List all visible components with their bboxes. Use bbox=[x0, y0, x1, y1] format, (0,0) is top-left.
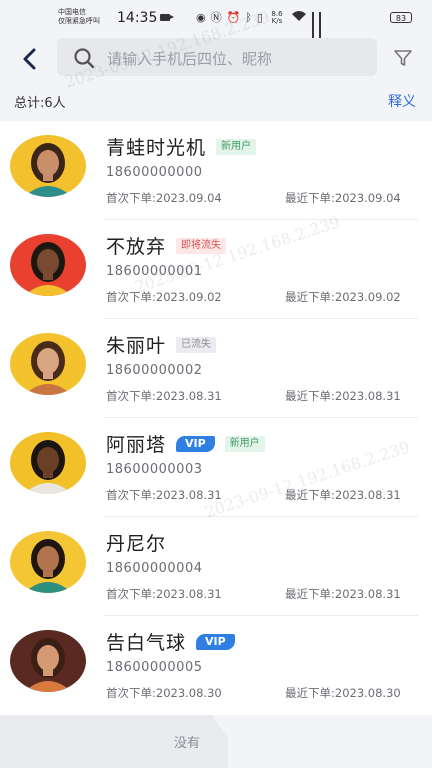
customer-row[interactable]: 不放弃 即将流失 18600000001 首次下单:2023.09.02 最近下… bbox=[0, 220, 432, 319]
nfc-icon: Ⓝ bbox=[210, 11, 222, 24]
customer-name: 告白气球 bbox=[106, 632, 187, 654]
recent-order-date: 最近下单:2023.09.02 bbox=[285, 290, 401, 304]
first-order-date: 首次下单:2023.09.04 bbox=[106, 191, 222, 205]
net-speed: 8.6 K/s bbox=[271, 10, 283, 25]
vibrate-icon: ▯ bbox=[256, 11, 263, 24]
name-line: 告白气球 VIP bbox=[106, 628, 235, 655]
customer-tag-new: 新用户 bbox=[224, 435, 265, 452]
total-count: 总计:6人 bbox=[14, 96, 66, 111]
customer-row[interactable]: 青蛙时光机 新用户 18600000000 首次下单:2023.09.04 最近… bbox=[0, 121, 432, 220]
first-order-date: 首次下单:2023.08.31 bbox=[106, 389, 222, 403]
name-line: 丹尼尔 bbox=[106, 529, 166, 556]
name-line: 青蛙时光机 新用户 bbox=[106, 133, 257, 160]
alarm-icon: ⏰ bbox=[226, 11, 241, 24]
eye-icon: ◉ bbox=[196, 11, 206, 24]
customer-name: 丹尼尔 bbox=[106, 533, 167, 555]
avatar bbox=[10, 135, 86, 197]
chevron-left-icon bbox=[23, 48, 36, 70]
footer-bar: 没有 bbox=[0, 715, 432, 768]
first-order-date: 首次下单:2023.09.02 bbox=[106, 290, 222, 304]
header: 请输入手机后四位、昵称 bbox=[0, 36, 432, 86]
battery-icon: 83 bbox=[390, 12, 412, 23]
customer-phone: 18600000005 bbox=[106, 660, 203, 675]
summary-bar: 总计:6人 释义 bbox=[0, 88, 432, 118]
signal-icon-2 bbox=[318, 12, 321, 47]
carrier-info: 中国电信 仅限紧急呼叫 bbox=[58, 8, 100, 26]
signal-icon bbox=[311, 12, 314, 47]
avatar bbox=[10, 630, 86, 692]
first-order-date: 首次下单:2023.08.31 bbox=[106, 587, 222, 601]
video-camera-icon bbox=[160, 14, 174, 21]
customer-row[interactable]: 告白气球 VIP 18600000005 首次下单:2023.08.30 最近下… bbox=[0, 616, 432, 715]
customer-tag-soon: 即将流失 bbox=[176, 237, 227, 254]
customer-name: 朱丽叶 bbox=[106, 335, 167, 357]
back-button[interactable] bbox=[18, 45, 42, 73]
search-placeholder: 请输入手机后四位、昵称 bbox=[107, 50, 273, 68]
name-line: 阿丽塔 VIP 新用户 bbox=[106, 430, 265, 457]
customer-row[interactable]: 丹尼尔 18600000004 首次下单:2023.08.31 最近下单:202… bbox=[0, 517, 432, 616]
customer-phone: 18600000003 bbox=[106, 462, 203, 477]
customer-list: 青蛙时光机 新用户 18600000000 首次下单:2023.09.04 最近… bbox=[0, 121, 432, 715]
explain-link[interactable]: 释义 bbox=[388, 91, 416, 111]
recent-order-date: 最近下单:2023.08.31 bbox=[285, 587, 401, 601]
filter-button[interactable] bbox=[393, 48, 413, 72]
filter-icon bbox=[394, 50, 412, 66]
customer-tag-vip: VIP bbox=[176, 435, 215, 452]
system-icons: ◉ Ⓝ ⏰ ᛒ ▯ 8.6 K/s bbox=[196, 10, 321, 47]
customer-row[interactable]: 朱丽叶 已流失 18600000002 首次下单:2023.08.31 最近下单… bbox=[0, 319, 432, 418]
carrier-name: 中国电信 bbox=[58, 8, 86, 16]
search-icon bbox=[74, 48, 95, 69]
bluetooth-icon: ᛒ bbox=[245, 11, 252, 24]
customer-phone: 18600000000 bbox=[106, 165, 203, 180]
customer-phone: 18600000002 bbox=[106, 363, 203, 378]
recent-order-date: 最近下单:2023.08.31 bbox=[285, 389, 401, 403]
customer-row[interactable]: 阿丽塔 VIP 新用户 18600000003 首次下单:2023.08.31 最… bbox=[0, 418, 432, 517]
recent-order-date: 最近下单:2023.09.04 bbox=[285, 191, 401, 205]
customer-name: 阿丽塔 bbox=[106, 434, 167, 456]
customer-name: 青蛙时光机 bbox=[106, 137, 207, 159]
first-order-date: 首次下单:2023.08.30 bbox=[106, 686, 222, 700]
wifi-icon bbox=[291, 10, 307, 26]
customer-phone: 18600000004 bbox=[106, 561, 203, 576]
avatar bbox=[10, 333, 86, 395]
recent-order-date: 最近下单:2023.08.30 bbox=[285, 686, 401, 700]
customer-tag-lost: 已流失 bbox=[176, 336, 217, 353]
recent-order-date: 最近下单:2023.08.31 bbox=[285, 488, 401, 502]
customer-name: 不放弃 bbox=[106, 236, 167, 258]
search-input[interactable]: 请输入手机后四位、昵称 bbox=[57, 38, 377, 76]
customer-phone: 18600000001 bbox=[106, 264, 203, 279]
footer-label[interactable]: 没有 bbox=[174, 732, 200, 751]
avatar bbox=[10, 432, 86, 494]
name-line: 朱丽叶 已流失 bbox=[106, 331, 217, 358]
name-line: 不放弃 即将流失 bbox=[106, 232, 227, 259]
status-bar: 中国电信 仅限紧急呼叫 14:35 ◉ Ⓝ ⏰ ᛒ ▯ 8.6 K/s 83 bbox=[0, 0, 432, 47]
customer-tag-new: 新用户 bbox=[216, 138, 257, 155]
status-time: 14:35 bbox=[117, 10, 158, 26]
avatar bbox=[10, 234, 86, 296]
customer-tag-vip: VIP bbox=[196, 633, 235, 650]
first-order-date: 首次下单:2023.08.31 bbox=[106, 488, 222, 502]
carrier-status: 仅限紧急呼叫 bbox=[58, 17, 100, 25]
avatar bbox=[10, 531, 86, 593]
